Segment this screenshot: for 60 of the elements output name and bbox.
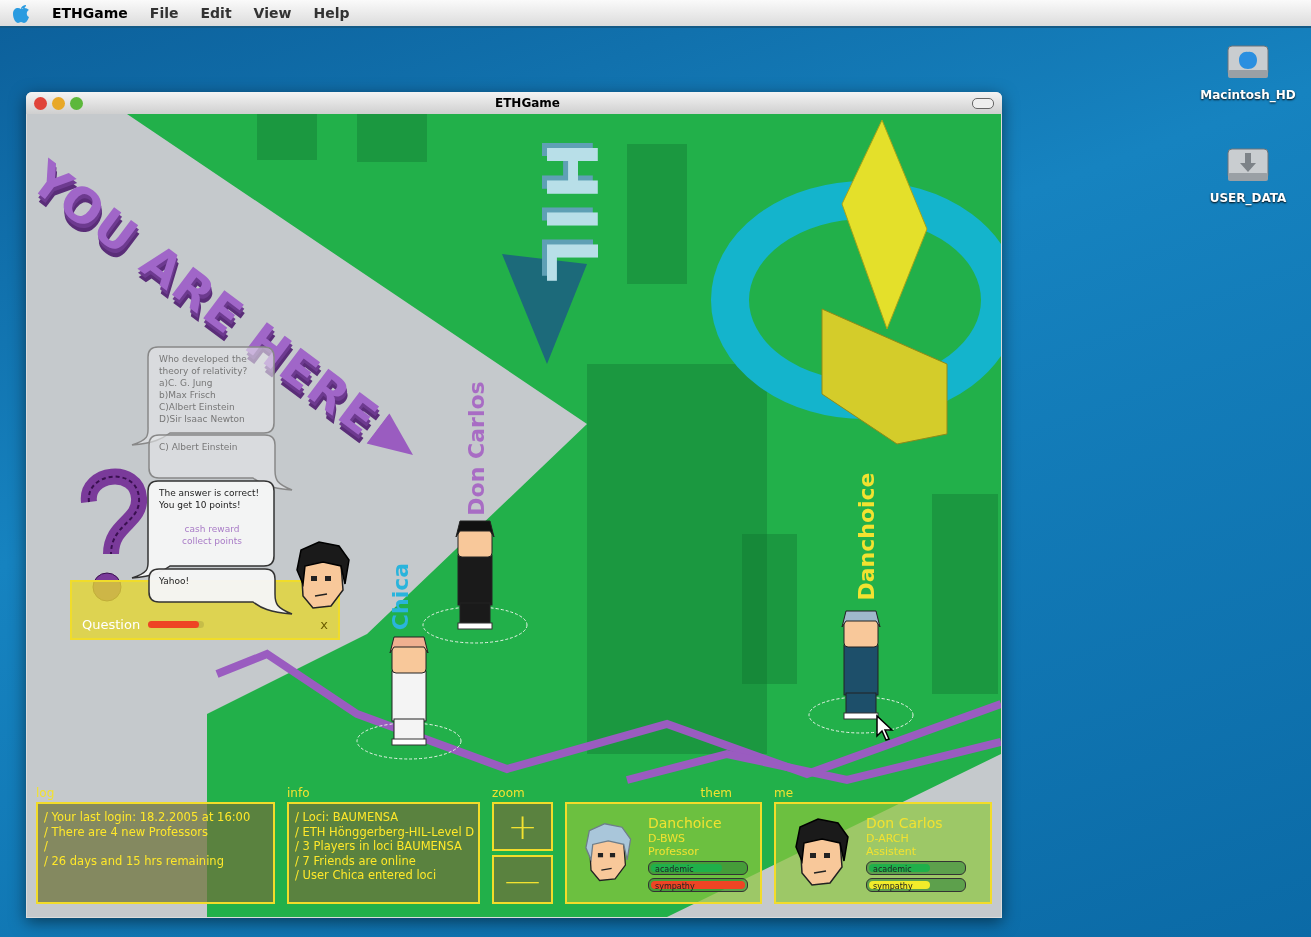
panel-line: / — [44, 839, 49, 854]
panel-title: log — [36, 786, 56, 800]
bubble-text: a)C. G. Jung — [159, 377, 214, 389]
bubble-text: The answer is correct! — [159, 487, 261, 499]
bubble-text: Yahoo! — [159, 575, 191, 587]
stat-label: sympathy — [872, 881, 913, 891]
question-label: Question — [82, 617, 141, 632]
player-department: D-ARCH — [866, 831, 910, 845]
toolbar-toggle-button[interactable] — [972, 97, 994, 109]
zoom-button[interactable] — [70, 96, 83, 110]
stat-label: academic — [872, 864, 912, 874]
building-drawing — [257, 114, 317, 160]
panel-line: / There are 4 new Professors — [44, 824, 209, 839]
panel-line: / Loci: BAUMENSA — [295, 810, 400, 825]
cursor-icon — [875, 714, 895, 742]
panel-title: them — [699, 786, 733, 800]
menu-app-name[interactable]: ETHGame — [52, 5, 128, 21]
player-name: Don Carlos — [463, 381, 489, 516]
bubble-text: You get 10 points! — [159, 499, 242, 511]
stat-label: sympathy — [654, 881, 695, 891]
desktop-icon-label[interactable]: USER_DATA — [1209, 191, 1287, 205]
menu-item[interactable]: View — [253, 5, 292, 21]
reward-link[interactable]: collect points — [182, 535, 242, 547]
sign-lettering: HIL — [529, 141, 612, 289]
player-role: Assistent — [866, 844, 918, 858]
player-name: Danchoice — [853, 472, 879, 601]
panel-line: / ETH Hönggerberg-HIL-Level D — [295, 824, 472, 839]
desktop-icon-label[interactable]: Macintosh_HD — [1200, 88, 1296, 102]
stat-label: academic — [654, 864, 694, 874]
player-role: Professor — [648, 844, 700, 858]
bubble-text: D)Sir Isaac Newton — [159, 413, 246, 425]
reward-link[interactable]: cash reward — [184, 523, 240, 535]
close-button[interactable] — [34, 96, 47, 110]
menu-item[interactable]: Help — [313, 5, 350, 21]
bubble-text: b)Max Frisch — [159, 389, 217, 401]
player-department: D-BWS — [648, 831, 687, 845]
building-drawing — [357, 114, 427, 162]
close-button[interactable]: x — [320, 617, 328, 632]
minimize-button[interactable] — [52, 96, 65, 110]
panel-line: / 26 days and 15 hrs remaining — [44, 853, 225, 868]
zoom-out-button[interactable]: — — [492, 855, 553, 904]
player-name: Danchoice — [648, 814, 723, 832]
bubble-text: Who developed the — [159, 354, 247, 364]
panel-title: me — [774, 786, 795, 800]
panel-line: / 3 Players in loci BAUMENSA — [295, 839, 463, 854]
panel-title: zoom — [492, 786, 526, 800]
menu-item[interactable]: File — [149, 5, 179, 21]
window-title: ETHGame — [494, 96, 561, 110]
panel-title: info — [287, 786, 311, 800]
zoom-in-button[interactable]: + — [492, 802, 553, 851]
panel-line: / Your last login: 18.2.2005 at 16:00 — [44, 810, 252, 825]
player-name: Chica — [388, 562, 414, 631]
bubble-text: C) Albert Einstein — [159, 441, 239, 453]
bubble-text: theory of relativity? — [159, 366, 248, 376]
player-name: Don Carlos — [866, 814, 944, 832]
panel-line: / User Chica entered loci — [295, 868, 438, 883]
apple-icon[interactable] — [12, 3, 30, 23]
bubble-text: C)Albert Einstein — [159, 401, 236, 413]
panel-line: / 7 Friends are online — [295, 853, 417, 868]
menu-item[interactable]: Edit — [200, 5, 232, 21]
